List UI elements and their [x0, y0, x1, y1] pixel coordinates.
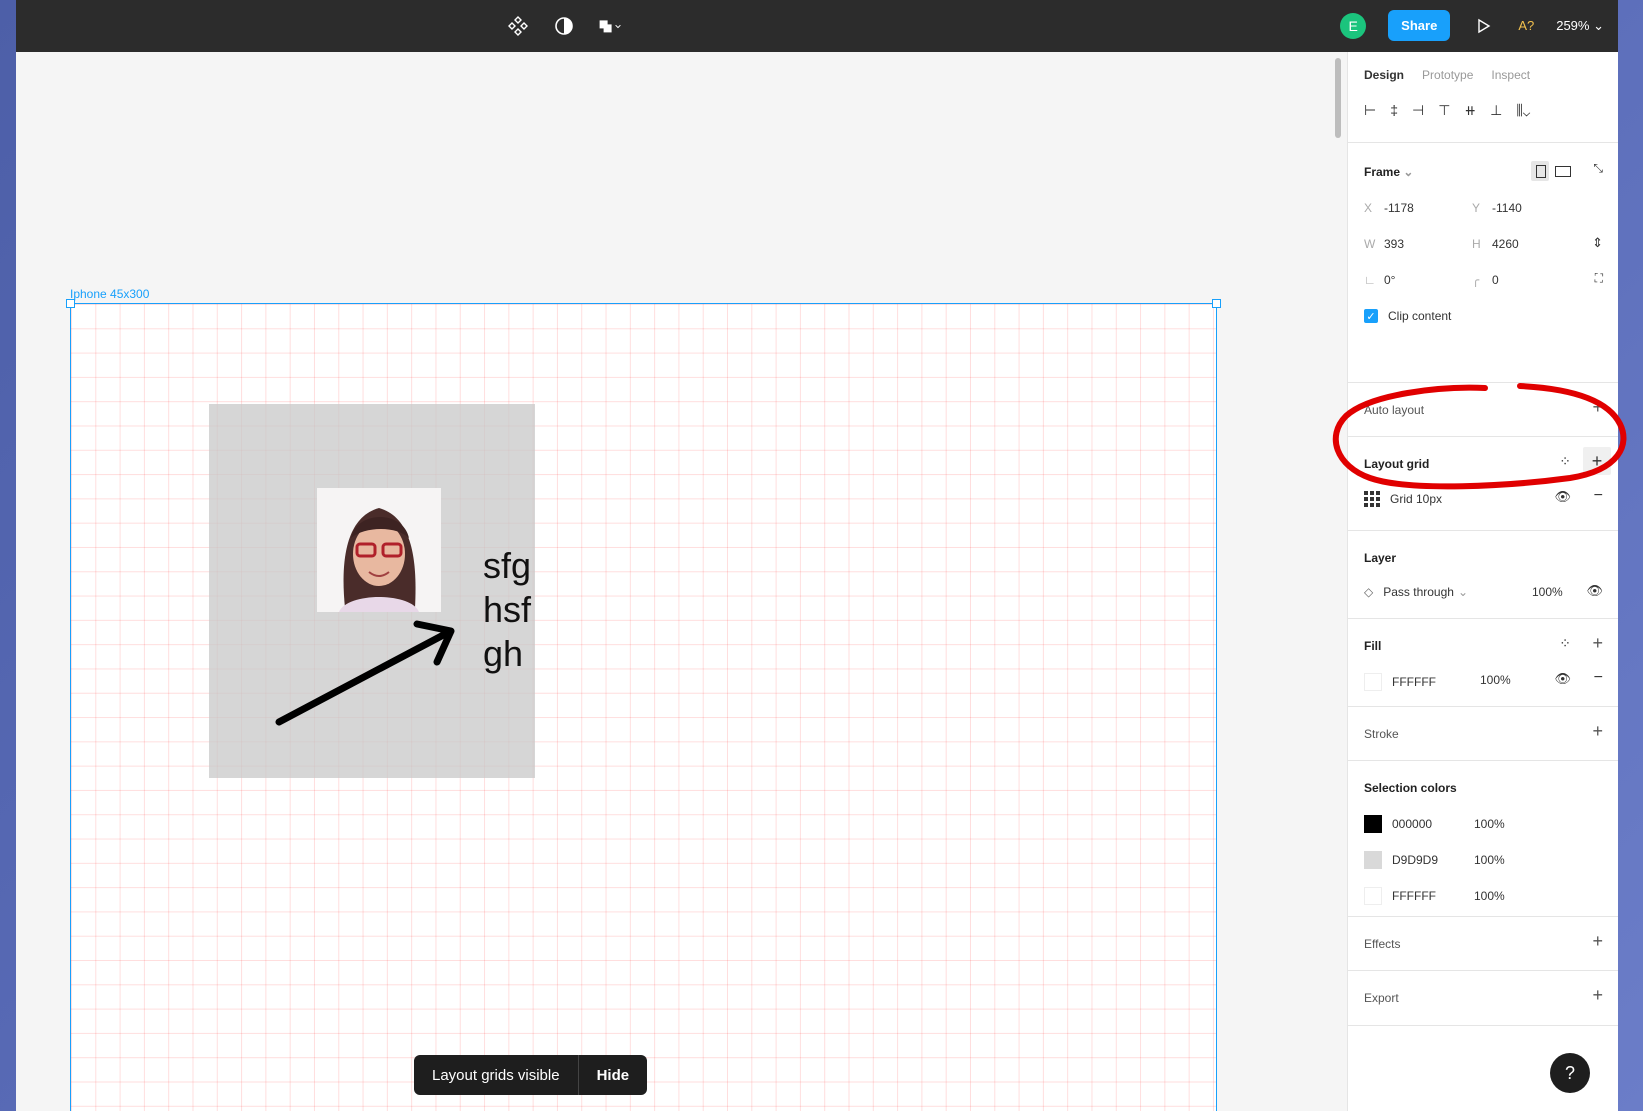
help-button[interactable]: ?: [1550, 1053, 1590, 1093]
align-right-icon[interactable]: ⊣: [1412, 102, 1424, 119]
align-top-icon[interactable]: ⊤: [1438, 102, 1450, 119]
color-swatch[interactable]: [1364, 887, 1382, 905]
color-swatch[interactable]: [1364, 815, 1382, 833]
distribute-icon[interactable]: ⫼⌄: [1516, 102, 1530, 119]
iphone-frame[interactable]: sfg hsf gh: [66, 299, 1221, 1111]
fill-swatch[interactable]: [1364, 673, 1382, 691]
fill-title: Fill: [1364, 639, 1382, 653]
frame-title[interactable]: Frame ⌄: [1364, 165, 1413, 179]
corner-radius-field[interactable]: ╭ 0: [1472, 273, 1499, 287]
red-annotation-circle: [1332, 383, 1627, 490]
align-bottom-icon[interactable]: ⊥: [1490, 102, 1502, 119]
layer-title: Layer: [1364, 551, 1397, 565]
frame-x-field[interactable]: X -1178: [1364, 201, 1414, 215]
export-section: Export +: [1348, 970, 1618, 1026]
selection-colors-title: Selection colors: [1364, 781, 1457, 795]
rotation-field[interactable]: ∟ 0°: [1364, 273, 1395, 287]
fill-section: Fill ⁘ + FFFFFF 100% 👁 −: [1348, 618, 1618, 707]
resize-handle[interactable]: [1212, 299, 1221, 308]
contrast-icon[interactable]: [552, 14, 576, 38]
layer-opacity[interactable]: 100%: [1532, 585, 1563, 599]
selection-colors-section: Selection colors 000000 100% D9D9D9 100%…: [1348, 760, 1618, 917]
add-fill-icon[interactable]: +: [1592, 633, 1603, 654]
zoom-level[interactable]: 259% ⌄: [1556, 18, 1604, 34]
top-toolbar: E Share A? 259% ⌄: [16, 0, 1618, 52]
tab-prototype[interactable]: Prototype: [1422, 68, 1473, 82]
fill-styles-icon[interactable]: ⁘: [1559, 635, 1571, 652]
share-button[interactable]: Share: [1388, 10, 1451, 41]
play-icon[interactable]: [1472, 14, 1496, 38]
fill-color-row[interactable]: FFFFFF: [1364, 673, 1436, 691]
add-effect-icon[interactable]: +: [1592, 931, 1603, 952]
add-export-icon[interactable]: +: [1592, 985, 1603, 1006]
stroke-title: Stroke: [1364, 727, 1399, 741]
design-canvas[interactable]: Iphone 45x300 sfg hsf gh Layout grids vi…: [16, 52, 1346, 1111]
figma-app: E Share A? 259% ⌄ Iphone 45x300 sfg hsf …: [16, 0, 1618, 1111]
drop-icon: ◇: [1364, 585, 1374, 599]
resize-to-fit-icon[interactable]: ⤡: [1593, 161, 1603, 176]
fill-opacity[interactable]: 100%: [1480, 673, 1511, 687]
canvas-scrollbar[interactable]: [1335, 58, 1341, 138]
layout-grid-toast: Layout grids visible Hide: [414, 1055, 648, 1095]
align-center-h-icon[interactable]: ‡: [1390, 102, 1398, 119]
properties-panel: Design Prototype Inspect ⊢ ‡ ⊣ ⊤ ⧺ ⊥ ⫼⌄ …: [1347, 52, 1618, 1111]
clip-content-checkbox[interactable]: ✓: [1364, 309, 1378, 323]
effects-section: Effects +: [1348, 916, 1618, 971]
add-stroke-icon[interactable]: +: [1592, 721, 1603, 742]
independent-corners-icon[interactable]: ⛶: [1595, 271, 1603, 286]
resize-handle[interactable]: [66, 299, 75, 308]
tab-design[interactable]: Design: [1364, 68, 1404, 82]
remove-fill-icon[interactable]: −: [1594, 669, 1603, 687]
profile-photo[interactable]: [317, 488, 441, 612]
selection-color-row[interactable]: 000000 100%: [1364, 815, 1505, 833]
frame-label[interactable]: Iphone 45x300: [70, 287, 149, 301]
layer-section: Layer ◇ Pass through ⌄ 100% 👁: [1348, 530, 1618, 619]
gray-rectangle[interactable]: sfg hsf gh: [209, 404, 535, 778]
frame-h-field[interactable]: H 4260: [1472, 237, 1519, 251]
portrait-icon[interactable]: [1531, 161, 1549, 181]
blend-mode-select[interactable]: ◇ Pass through ⌄: [1364, 585, 1468, 599]
color-swatch[interactable]: [1364, 851, 1382, 869]
stroke-section: Stroke +: [1348, 706, 1618, 761]
toast-message: Layout grids visible: [432, 1066, 560, 1084]
rotation-icon: ∟: [1364, 273, 1376, 287]
hide-grids-button[interactable]: Hide: [579, 1067, 648, 1084]
component-icon[interactable]: [506, 14, 530, 38]
align-middle-v-icon[interactable]: ⧺: [1464, 102, 1476, 119]
frame-w-field[interactable]: W 393: [1364, 237, 1404, 251]
alignment-toolbar: ⊢ ‡ ⊣ ⊤ ⧺ ⊥ ⫼⌄: [1364, 102, 1530, 119]
frame-section: Frame ⌄ ⤡ X -1178 Y -1140 W 393 H 4260 ⇕ ∟ 0°…: [1348, 142, 1618, 383]
align-left-icon[interactable]: ⊢: [1364, 102, 1376, 119]
arrow-shape[interactable]: [269, 614, 469, 734]
accessibility-badge[interactable]: A?: [1518, 18, 1534, 33]
selection-color-row[interactable]: FFFFFF 100%: [1364, 887, 1505, 905]
eye-icon[interactable]: 👁: [1586, 583, 1603, 599]
frame-y-field[interactable]: Y -1140: [1472, 201, 1522, 215]
corner-radius-icon: ╭: [1472, 273, 1480, 287]
export-title: Export: [1364, 991, 1399, 1005]
chevron-down-icon: ⌄: [1593, 17, 1604, 33]
constrain-proportions-icon[interactable]: ⇕: [1592, 235, 1603, 251]
boolean-icon[interactable]: [598, 14, 622, 38]
eye-icon[interactable]: 👁: [1554, 671, 1571, 687]
effects-title: Effects: [1364, 937, 1401, 951]
selection-color-row[interactable]: D9D9D9 100%: [1364, 851, 1505, 869]
user-avatar[interactable]: E: [1340, 12, 1367, 39]
tab-inspect[interactable]: Inspect: [1491, 68, 1530, 82]
clip-content-row[interactable]: ✓ Clip content: [1364, 309, 1451, 323]
landscape-icon[interactable]: [1555, 166, 1571, 177]
canvas-text[interactable]: sfg hsf gh: [483, 544, 531, 676]
